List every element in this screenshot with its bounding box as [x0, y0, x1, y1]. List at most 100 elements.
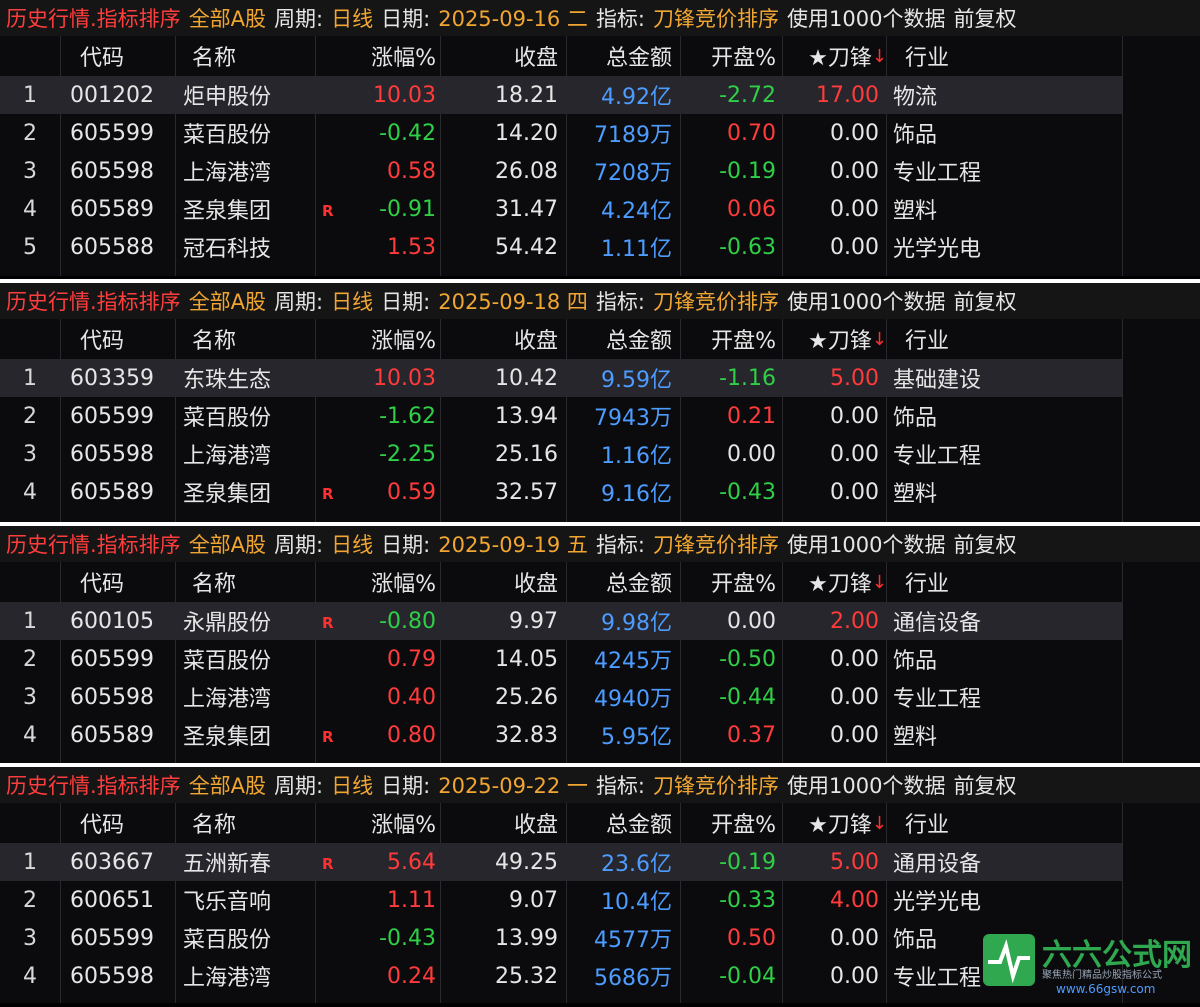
title-market: 全部A股 — [188, 7, 267, 31]
header-change-label: 涨幅% — [371, 813, 436, 838]
header-amount[interactable]: 总金额 — [566, 319, 672, 359]
open-pct: -0.50 — [719, 646, 776, 672]
knife-score: 0.00 — [830, 963, 879, 989]
header-knife[interactable]: ★刀锋 ↓ — [782, 36, 887, 76]
header-code[interactable]: 代码 — [80, 36, 124, 76]
title-period-label: 周期: — [274, 533, 324, 557]
table-row[interactable]: 4 605589 圣泉集团 -0.91 31.47 4.24亿 0.06 0.00 塑料 R — [0, 190, 1122, 228]
title-indicator-label: 指标: — [595, 774, 646, 798]
header-open[interactable]: 开盘% — [680, 803, 776, 843]
stock-name: 上海港湾 — [183, 161, 272, 186]
total-amount: 7189万 — [594, 123, 672, 148]
row-number: 5 — [23, 234, 37, 260]
stock-code: 605598 — [70, 963, 154, 989]
header-amount[interactable]: 总金额 — [566, 803, 672, 843]
header-code[interactable]: 代码 — [80, 319, 124, 359]
stock-code: 605589 — [70, 722, 154, 748]
table-row[interactable]: 2 605599 菜百股份 0.79 14.05 4245万 -0.50 0.00 饰品 — [0, 640, 1122, 678]
header-change[interactable]: 涨幅% — [318, 36, 436, 76]
close-price: 14.05 — [495, 646, 558, 672]
table-row[interactable]: 3 605598 上海港湾 0.58 26.08 7208万 -0.19 0.00 专业工程 — [0, 152, 1122, 190]
header-change[interactable]: 涨幅% — [318, 803, 436, 843]
title-mode: 历史行情.指标排序 — [6, 533, 181, 557]
change-pct: 10.03 — [373, 82, 436, 108]
title-data-info: 使用1000个数据 — [787, 533, 946, 557]
header-knife[interactable]: ★刀锋 ↓ — [782, 319, 887, 359]
header-code-label: 代码 — [80, 329, 125, 354]
stock-code: 605599 — [70, 925, 154, 951]
table-row[interactable]: 2 605599 菜百股份 -1.62 13.94 7943万 0.21 0.00 饰品 — [0, 397, 1122, 435]
header-close[interactable]: 收盘 — [440, 36, 558, 76]
header-close[interactable]: 收盘 — [440, 319, 558, 359]
table-row[interactable]: 4 605589 圣泉集团 0.80 32.83 5.95亿 0.37 0.00 塑料 R — [0, 716, 1122, 754]
open-pct: 0.06 — [727, 196, 776, 222]
title-mode: 历史行情.指标排序 — [6, 290, 181, 314]
knife-score: 0.00 — [830, 925, 879, 951]
table-row[interactable]: 4 605598 上海港湾 0.24 25.32 5686万 -0.04 0.00 专业工程 — [0, 957, 1122, 995]
header-knife[interactable]: ★刀锋 ↓ — [782, 803, 887, 843]
table-row[interactable]: 3 605598 上海港湾 0.40 25.26 4940万 -0.44 0.00 专业工程 — [0, 678, 1122, 716]
header-industry[interactable]: 行业 — [905, 319, 949, 359]
header-amount[interactable]: 总金额 — [566, 562, 672, 602]
header-amount-label: 总金额 — [605, 329, 672, 354]
table-header: 代码 名称 涨幅% 收盘 总金额 开盘% ★刀锋 ↓ 行业 — [0, 803, 1200, 843]
table-row[interactable]: 1 001202 炬申股份 10.03 18.21 4.92亿 -2.72 17.00 物流 — [0, 76, 1122, 114]
table-row[interactable]: 1 600105 永鼎股份 -0.80 9.97 9.98亿 0.00 2.00 通信设备 R — [0, 602, 1122, 640]
open-pct: -1.16 — [719, 365, 776, 391]
knife-score: 0.00 — [830, 684, 879, 710]
header-industry[interactable]: 行业 — [905, 36, 949, 76]
change-pct: 0.40 — [387, 684, 436, 710]
close-price: 32.83 — [495, 722, 558, 748]
header-change[interactable]: 涨幅% — [318, 562, 436, 602]
header-industry-label: 行业 — [905, 46, 950, 71]
header-change[interactable]: 涨幅% — [318, 319, 436, 359]
change-pct: 10.03 — [373, 365, 436, 391]
header-knife[interactable]: ★刀锋 ↓ — [782, 562, 887, 602]
row-number: 3 — [23, 441, 37, 467]
header-industry[interactable]: 行业 — [905, 562, 949, 602]
header-industry[interactable]: 行业 — [905, 803, 949, 843]
row-number: 3 — [23, 925, 37, 951]
title-adjust: 前复权 — [953, 774, 1017, 798]
close-price: 31.47 — [495, 196, 558, 222]
header-close[interactable]: 收盘 — [440, 562, 558, 602]
header-open[interactable]: 开盘% — [680, 562, 776, 602]
header-name[interactable]: 名称 — [192, 319, 236, 359]
title-indicator-label: 指标: — [595, 7, 646, 31]
header-close-label: 收盘 — [513, 46, 558, 71]
table-row[interactable]: 5 605588 冠石科技 1.53 54.42 1.11亿 -0.63 0.00 光学光电 — [0, 228, 1122, 266]
header-code[interactable]: 代码 — [80, 562, 124, 602]
header-name[interactable]: 名称 — [192, 562, 236, 602]
table-row[interactable]: 1 603359 东珠生态 10.03 10.42 9.59亿 -1.16 5.00 基础建设 — [0, 359, 1122, 397]
header-open[interactable]: 开盘% — [680, 319, 776, 359]
header-name[interactable]: 名称 — [192, 36, 236, 76]
industry: 专业工程 — [893, 687, 982, 712]
table-row[interactable]: 3 605598 上海港湾 -2.25 25.16 1.16亿 0.00 0.00 专业工程 — [0, 435, 1122, 473]
header-open[interactable]: 开盘% — [680, 36, 776, 76]
header-name[interactable]: 名称 — [192, 803, 236, 843]
industry: 塑料 — [893, 725, 938, 750]
knife-score: 5.00 — [830, 365, 879, 391]
open-pct: -0.19 — [719, 849, 776, 875]
stock-code: 600651 — [70, 887, 154, 913]
row-number: 4 — [23, 722, 37, 748]
header-code[interactable]: 代码 — [80, 803, 124, 843]
table-row[interactable]: 3 605599 菜百股份 -0.43 13.99 4577万 0.50 0.00 饰品 — [0, 919, 1122, 957]
table-row[interactable]: 2 600651 飞乐音响 1.11 9.07 10.4亿 -0.33 4.00 光学光电 — [0, 881, 1122, 919]
header-amount[interactable]: 总金额 — [566, 36, 672, 76]
title-indicator-value: 刀锋竞价排序 — [653, 774, 780, 798]
table-row[interactable]: 2 605599 菜百股份 -0.42 14.20 7189万 0.70 0.00 饰品 — [0, 114, 1122, 152]
header-name-label: 名称 — [192, 813, 237, 838]
row-number: 1 — [23, 608, 37, 634]
header-close[interactable]: 收盘 — [440, 803, 558, 843]
total-amount: 4940万 — [594, 687, 672, 712]
table-row[interactable]: 4 605589 圣泉集团 0.59 32.57 9.16亿 -0.43 0.00 塑料 R — [0, 473, 1122, 511]
margin-trading-r-badge: R — [322, 202, 334, 220]
header-open-label: 开盘% — [711, 46, 776, 71]
row-number: 3 — [23, 158, 37, 184]
header-close-label: 收盘 — [513, 813, 558, 838]
table-row[interactable]: 1 603667 五洲新春 5.64 49.25 23.6亿 -0.19 5.00 通用设备 R — [0, 843, 1122, 881]
title-data-info: 使用1000个数据 — [787, 290, 946, 314]
change-pct: -1.62 — [379, 403, 436, 429]
industry: 专业工程 — [893, 444, 982, 469]
